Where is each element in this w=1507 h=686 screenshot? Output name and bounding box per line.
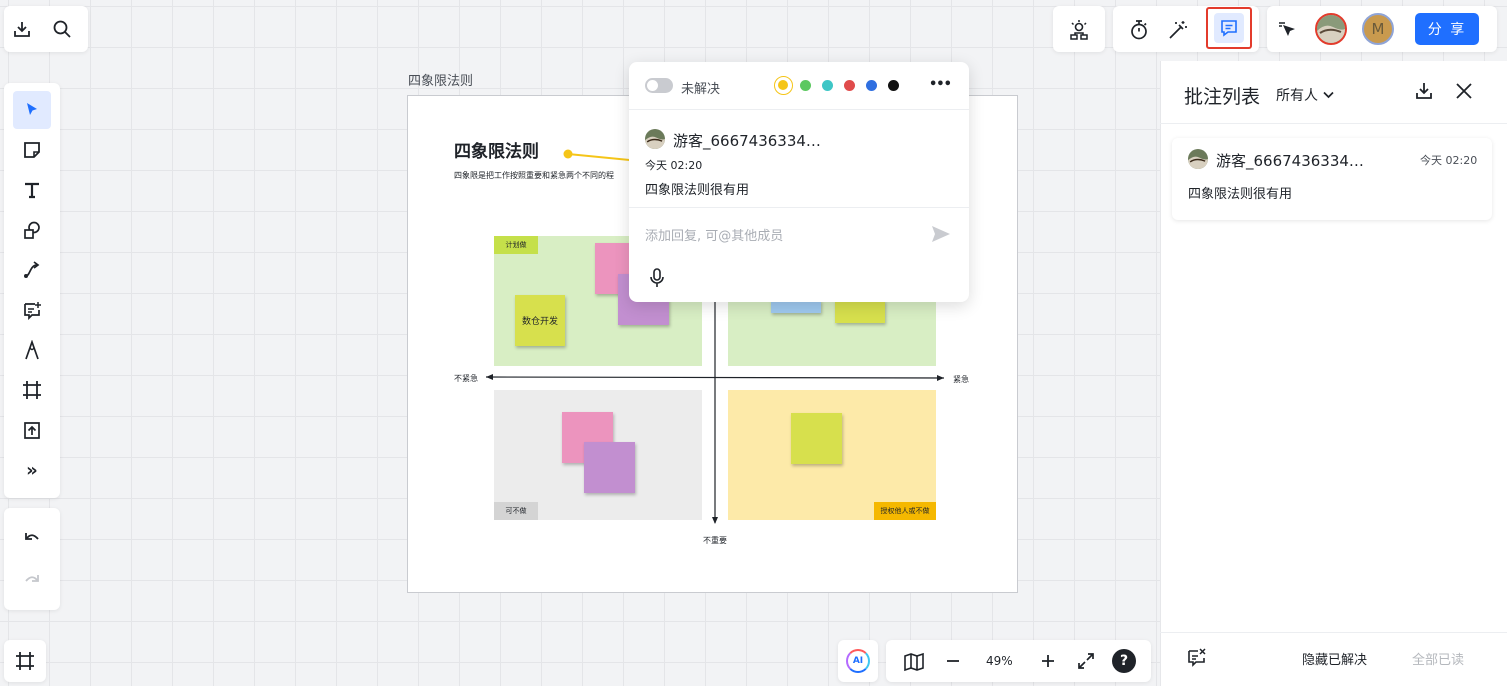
comment-add-icon[interactable]: [13, 291, 51, 329]
left-toolbar: »: [4, 83, 60, 498]
frame-label: 四象限法则: [408, 74, 474, 89]
presenter-toolbar: [1053, 6, 1105, 52]
user-avatar-guest[interactable]: [1315, 13, 1347, 45]
color-picker-black[interactable]: [888, 80, 899, 91]
color-picker-red[interactable]: [844, 80, 855, 91]
export-comments-icon[interactable]: [1412, 79, 1436, 103]
frame-list-icon[interactable]: [13, 649, 37, 673]
axis-label-not-urgent[interactable]: 不紧急: [454, 373, 478, 384]
undo-icon[interactable]: [13, 520, 51, 558]
author-filter-dropdown[interactable]: 所有人: [1276, 85, 1334, 105]
download-icon[interactable]: [10, 17, 34, 41]
ai-icon: AI: [846, 649, 870, 673]
microphone-icon[interactable]: [647, 267, 667, 289]
comment-anchor-line: [563, 149, 640, 162]
reply-input[interactable]: 添加回复, 可@其他成员: [645, 225, 783, 244]
color-picker-green[interactable]: [800, 80, 811, 91]
zoom-out-icon[interactable]: [942, 650, 964, 672]
popup-divider: [629, 109, 969, 110]
connector-icon[interactable]: [13, 251, 51, 289]
comment-content: 四象限法则很有用: [645, 183, 750, 198]
upload-icon[interactable]: [13, 411, 51, 449]
board-subtitle[interactable]: 四象限是把工作按照重要和紧急两个不同的程: [454, 170, 614, 181]
color-picker-yellow[interactable]: [774, 76, 793, 95]
author-filter-label: 所有人: [1276, 88, 1318, 104]
tag-plan[interactable]: 计划做: [494, 236, 538, 254]
history-toolbar: [4, 508, 60, 610]
popup-divider: [629, 207, 969, 208]
comment-author-avatar: [645, 129, 665, 149]
comment-author: 游客_6667436334…: [673, 132, 821, 150]
minimap-icon[interactable]: [902, 650, 926, 674]
zoom-in-icon[interactable]: [1037, 650, 1059, 672]
user-avatar-m[interactable]: M: [1362, 13, 1394, 45]
mark-all-read-button[interactable]: 全部已读: [1412, 649, 1464, 668]
magic-wand-icon[interactable]: [1165, 17, 1191, 43]
axis-label-urgent[interactable]: 紧急: [953, 374, 969, 385]
card-time: 今天 02:20: [1420, 154, 1478, 167]
axis-label-not-important[interactable]: 不重要: [703, 535, 727, 546]
top-left-toolbar: [4, 6, 88, 52]
timer-icon[interactable]: [1126, 17, 1152, 43]
ai-assistant-button[interactable]: AI: [838, 640, 878, 682]
sticky-note-icon[interactable]: [13, 131, 51, 169]
frame-list-toolbar: [4, 640, 46, 682]
help-icon[interactable]: ?: [1112, 649, 1136, 673]
panel-header-divider: [1160, 123, 1507, 124]
comment-panel-title: 批注列表: [1184, 86, 1261, 108]
quadrant-axes: [485, 290, 945, 524]
frame-tool-icon[interactable]: [13, 371, 51, 409]
more-tools-icon[interactable]: »: [13, 451, 51, 489]
send-icon[interactable]: [930, 224, 952, 244]
fullscreen-icon[interactable]: [1075, 650, 1097, 672]
board-title[interactable]: 四象限法则: [454, 137, 539, 162]
share-button[interactable]: 分 享: [1415, 13, 1479, 45]
panel-footer-divider: [1160, 632, 1507, 633]
hide-resolved-button[interactable]: 隐藏已解决: [1302, 649, 1367, 668]
card-author: 游客_6667436334…: [1216, 152, 1364, 170]
search-icon[interactable]: [50, 17, 74, 41]
collab-toolbar: M 分 享: [1267, 6, 1497, 52]
resolve-toggle[interactable]: [645, 78, 673, 93]
pen-tool-icon[interactable]: [13, 331, 51, 369]
resolve-status-label: 未解决: [681, 82, 721, 97]
zoom-level[interactable]: 49%: [986, 654, 1013, 668]
chevron-down-icon: [1323, 91, 1334, 99]
card-content: 四象限法则很有用: [1188, 187, 1293, 202]
redo-icon[interactable]: [13, 562, 51, 600]
resolved-comments-icon[interactable]: [1185, 645, 1209, 669]
more-options-icon[interactable]: •••: [929, 77, 952, 92]
close-icon[interactable]: [1452, 79, 1476, 103]
comment-time: 今天 02:20: [645, 159, 703, 172]
follow-cursor-icon[interactable]: [1276, 17, 1302, 43]
comment-list-icon[interactable]: [1206, 7, 1252, 49]
color-picker-cyan[interactable]: [822, 80, 833, 91]
presenter-icon[interactable]: [1066, 17, 1092, 43]
select-cursor-icon[interactable]: [13, 91, 51, 129]
tools-toolbar: [1113, 6, 1259, 52]
color-picker-blue[interactable]: [866, 80, 877, 91]
text-tool-icon[interactable]: [13, 171, 51, 209]
shape-tool-icon[interactable]: [13, 211, 51, 249]
card-author-avatar: [1188, 149, 1208, 169]
